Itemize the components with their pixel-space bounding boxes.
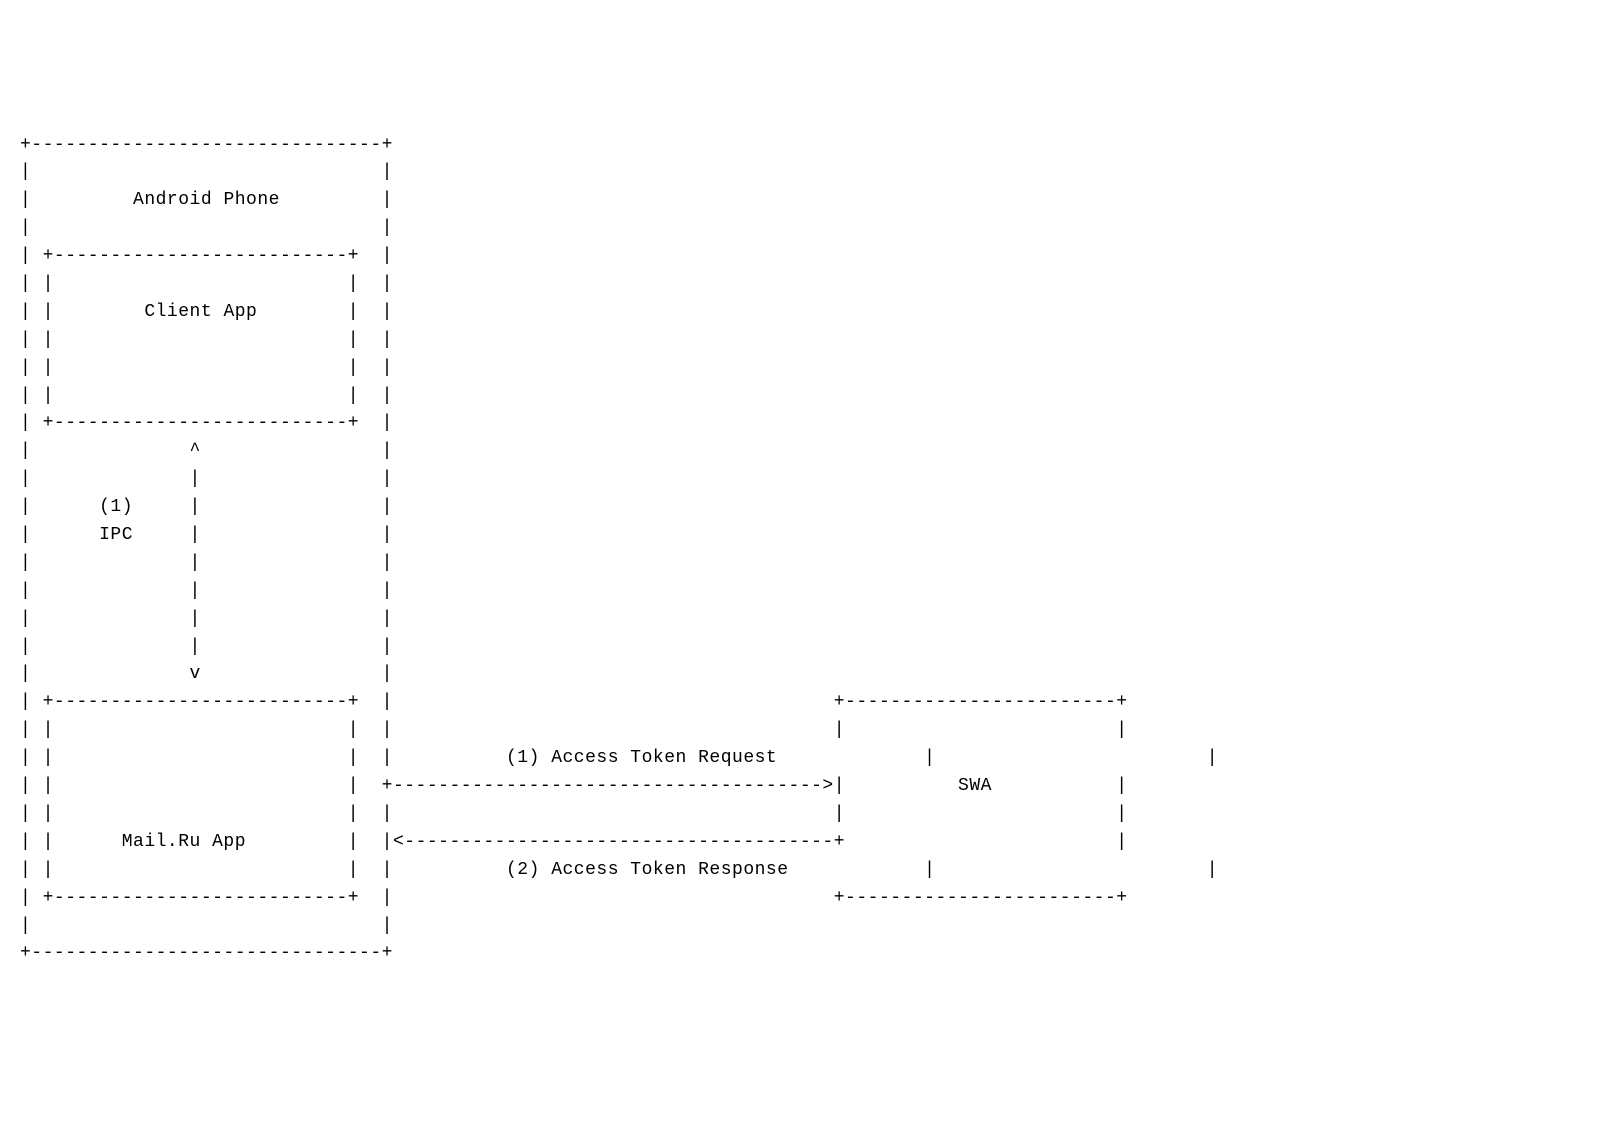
diagram-line: | | | | [20,386,393,406]
diagram-line: | | | +---------------------------------… [20,776,958,796]
diagram-line: | | [257,302,393,322]
diagram-line: | | [20,218,393,238]
diagram-line: | | | | [20,274,393,294]
diagram-line: +-------------------------------+ [20,943,393,963]
diagram-line: | +--------------------------+ | [20,246,393,266]
mailru-box-label: Mail.Ru App [122,832,246,852]
diagram-line: | | | [20,469,393,489]
diagram-line: | +--------------------------+ | [20,413,393,433]
ascii-diagram: +-------------------------------+ | | | … [20,132,1580,969]
diagram-line: | | | [20,553,393,573]
diagram-line: | | [133,497,393,517]
ipc-arrow-num: (1) [99,497,133,517]
diagram-line: | +--------------------------+ | [20,888,393,908]
diagram-line: | | | [20,581,393,601]
diagram-line: | | [20,302,144,322]
diagram-line: | | | | [20,860,506,880]
ipc-arrow-label: IPC [99,525,133,545]
diagram-line: | | | [20,609,393,629]
diagram-line: | | | | [20,330,393,350]
diagram-line: | | [20,162,393,182]
diagram-line: | v | [20,664,393,684]
diagram-line: | [20,497,99,517]
diagram-line: | | [20,916,393,936]
diagram-line: | | | | [20,720,393,740]
diagram-line: +------------------------+ [393,888,1128,908]
response-arrow-label: (2) Access Token Response [506,860,789,880]
diagram-line: | | [789,860,1218,880]
diagram-line: | | [393,720,1128,740]
diagram-line: | | | | [20,748,506,768]
diagram-line: | [20,190,133,210]
outer-box-label: Android Phone [133,190,280,210]
diagram-line: | | | | [20,804,393,824]
diagram-line: | | [20,832,122,852]
diagram-line: | [992,776,1128,796]
diagram-line: | | [393,804,1128,824]
diagram-line: | | [777,748,1218,768]
diagram-line: | |<------------------------------------… [246,832,1128,852]
diagram-line: | | | | [20,358,393,378]
swa-box-label: SWA [958,776,992,796]
diagram-line: | ^ | [20,441,393,461]
request-arrow-label: (1) Access Token Request [506,748,777,768]
diagram-line: | | | [20,637,393,657]
diagram-line: | | [133,525,393,545]
diagram-line: | [20,525,99,545]
diagram-line: | +--------------------------+ | [20,692,393,712]
diagram-line: | [280,190,393,210]
client-box-label: Client App [144,302,257,322]
diagram-line: +-------------------------------+ [20,135,393,155]
diagram-line: +------------------------+ [393,692,1128,712]
